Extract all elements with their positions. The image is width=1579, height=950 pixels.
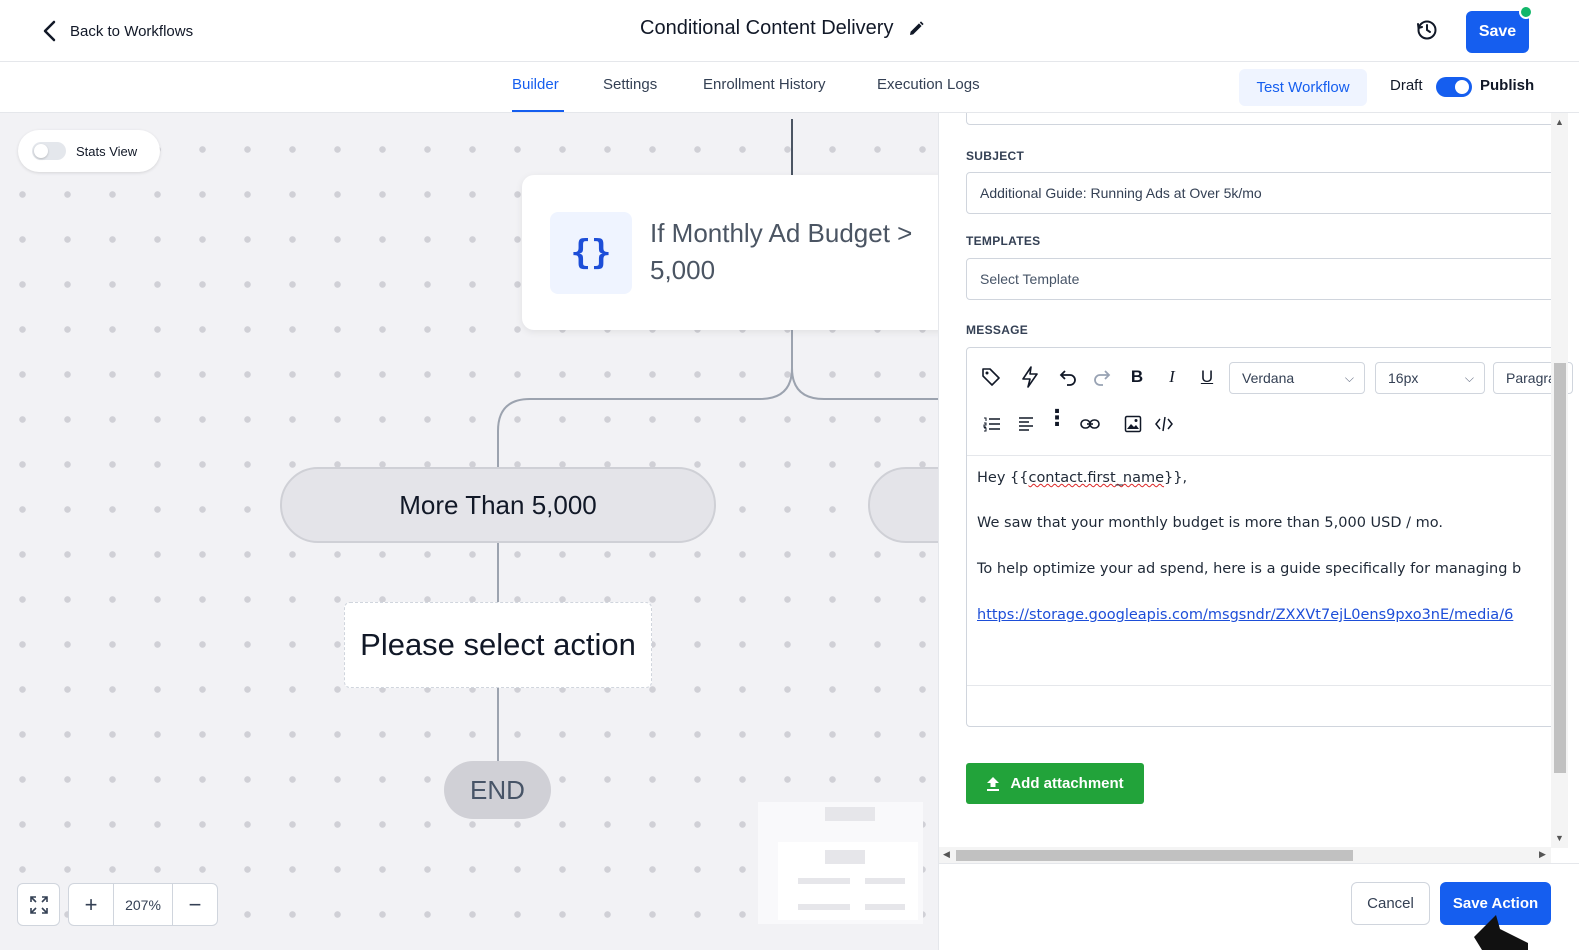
back-label: Back to Workflows — [70, 22, 194, 40]
cancel-button[interactable]: Cancel — [1351, 882, 1430, 925]
undo-icon[interactable] — [1056, 365, 1080, 389]
message-line-greeting[interactable]: Hey {{contact.first_name}}, — [977, 470, 1187, 486]
source-code-icon[interactable] — [1152, 412, 1176, 436]
publish-toggle[interactable] — [1436, 77, 1472, 97]
zoom-in-button[interactable]: + — [69, 884, 113, 925]
chevron-down-icon: ⌵ — [1344, 371, 1354, 385]
fit-screen-button[interactable] — [17, 883, 60, 926]
select-action-node[interactable]: Please select action — [344, 602, 652, 688]
status-dot — [1519, 5, 1533, 19]
zoom-controls: + 207% − — [68, 883, 218, 926]
stats-view-label: Stats View — [76, 143, 138, 159]
expand-icon — [29, 895, 48, 914]
underline-icon[interactable]: U — [1195, 365, 1219, 389]
active-tab-indicator — [512, 110, 564, 112]
publish-label: Publish — [1480, 77, 1535, 94]
scroll-right-arrow[interactable]: ▶ — [1539, 849, 1546, 860]
font-size-select[interactable]: 16px ⌵ — [1375, 362, 1485, 394]
action-config-panel: SUBJECT Additional Guide: Running Ads at… — [938, 113, 1579, 950]
message-link[interactable]: https://storage.googleapis.com/msgsndr/Z… — [977, 607, 1513, 623]
editor-status-divider — [967, 685, 1557, 686]
mouse-cursor-icon — [1474, 915, 1528, 950]
back-to-workflows-link[interactable]: Back to Workflows — [40, 20, 193, 42]
scroll-left-arrow[interactable]: ◀ — [943, 849, 950, 860]
more-options-icon[interactable]: ⋮ — [1045, 405, 1069, 430]
redo-icon[interactable] — [1090, 365, 1114, 389]
code-braces-icon: {} — [550, 212, 632, 294]
zoom-level: 207% — [113, 884, 173, 925]
message-line-3[interactable]: To help optimize your ad spend, here is … — [977, 561, 1521, 577]
tab-settings[interactable]: Settings — [603, 76, 657, 93]
font-family-select[interactable]: Verdana ⌵ — [1229, 362, 1365, 394]
minimap[interactable] — [758, 802, 923, 924]
subject-input[interactable]: Additional Guide: Running Ads at Over 5k… — [966, 172, 1556, 214]
chevron-left-icon — [43, 20, 56, 42]
branch-node[interactable]: More Than 5,000 — [280, 467, 716, 543]
scroll-down-arrow[interactable]: ▼ — [1555, 833, 1564, 843]
templates-label: TEMPLATES — [966, 234, 1041, 248]
template-select[interactable]: Select Template — [966, 258, 1556, 300]
chevron-down-icon: ⌵ — [1464, 371, 1474, 385]
workflow-title: Conditional Content Delivery — [640, 17, 894, 39]
branch-node-partial[interactable] — [868, 467, 938, 543]
tab-builder[interactable]: Builder — [512, 76, 559, 93]
toolbar-divider — [967, 455, 1557, 456]
align-left-icon[interactable] — [1014, 412, 1038, 436]
tab-execution-logs[interactable]: Execution Logs — [877, 76, 980, 93]
tab-enrollment-history[interactable]: Enrollment History — [703, 76, 826, 93]
history-icon[interactable] — [1415, 18, 1439, 42]
end-node: END — [444, 761, 551, 819]
pencil-icon[interactable] — [907, 20, 925, 38]
top-bar: Back to Workflows Conditional Content De… — [0, 0, 1579, 62]
message-line-2[interactable]: We saw that your monthly budget is more … — [977, 515, 1443, 531]
image-icon[interactable] — [1121, 412, 1145, 436]
bold-icon[interactable]: B — [1125, 365, 1149, 389]
message-editor: B I U Verdana ⌵ 16px ⌵ Paragra ⋮ Hey {{c… — [966, 347, 1573, 727]
draft-label: Draft — [1390, 77, 1423, 94]
workflow-title-wrap: Conditional Content Delivery — [640, 17, 925, 40]
test-workflow-button[interactable]: Test Workflow — [1239, 69, 1367, 106]
ordered-list-icon[interactable] — [980, 412, 1004, 436]
font-size-value: 16px — [1388, 370, 1419, 386]
zoom-out-button[interactable]: − — [173, 884, 217, 925]
italic-icon[interactable]: I — [1160, 365, 1184, 389]
stats-view-toggle[interactable]: Stats View — [18, 130, 160, 172]
workflow-canvas[interactable]: Stats View {} If Monthly Ad Budget > 5,0… — [0, 113, 938, 950]
horizontal-scroll-thumb[interactable] — [956, 850, 1353, 861]
subject-label: SUBJECT — [966, 149, 1025, 163]
add-attachment-button[interactable]: Add attachment — [966, 763, 1144, 804]
condition-text: If Monthly Ad Budget > 5,000 — [650, 218, 913, 285]
previous-field[interactable] — [966, 113, 1556, 125]
vertical-scroll-thumb[interactable] — [1554, 363, 1566, 773]
stats-toggle-switch[interactable] — [32, 142, 66, 160]
lightning-icon[interactable] — [1018, 365, 1042, 389]
font-family-value: Verdana — [1242, 370, 1295, 386]
save-button[interactable]: Save — [1466, 11, 1529, 53]
scroll-up-arrow[interactable]: ▲ — [1555, 117, 1564, 127]
link-icon[interactable] — [1078, 412, 1102, 436]
block-format-value: Paragra — [1506, 370, 1556, 386]
message-label: MESSAGE — [966, 323, 1029, 337]
tab-bar: Builder Settings Enrollment History Exec… — [0, 62, 1579, 113]
add-attachment-label: Add attachment — [1010, 775, 1124, 792]
condition-node[interactable]: {} If Monthly Ad Budget > 5,000 — [522, 175, 938, 330]
footer-divider — [939, 863, 1579, 864]
upload-icon — [987, 776, 1000, 791]
tag-icon[interactable] — [979, 365, 1003, 389]
